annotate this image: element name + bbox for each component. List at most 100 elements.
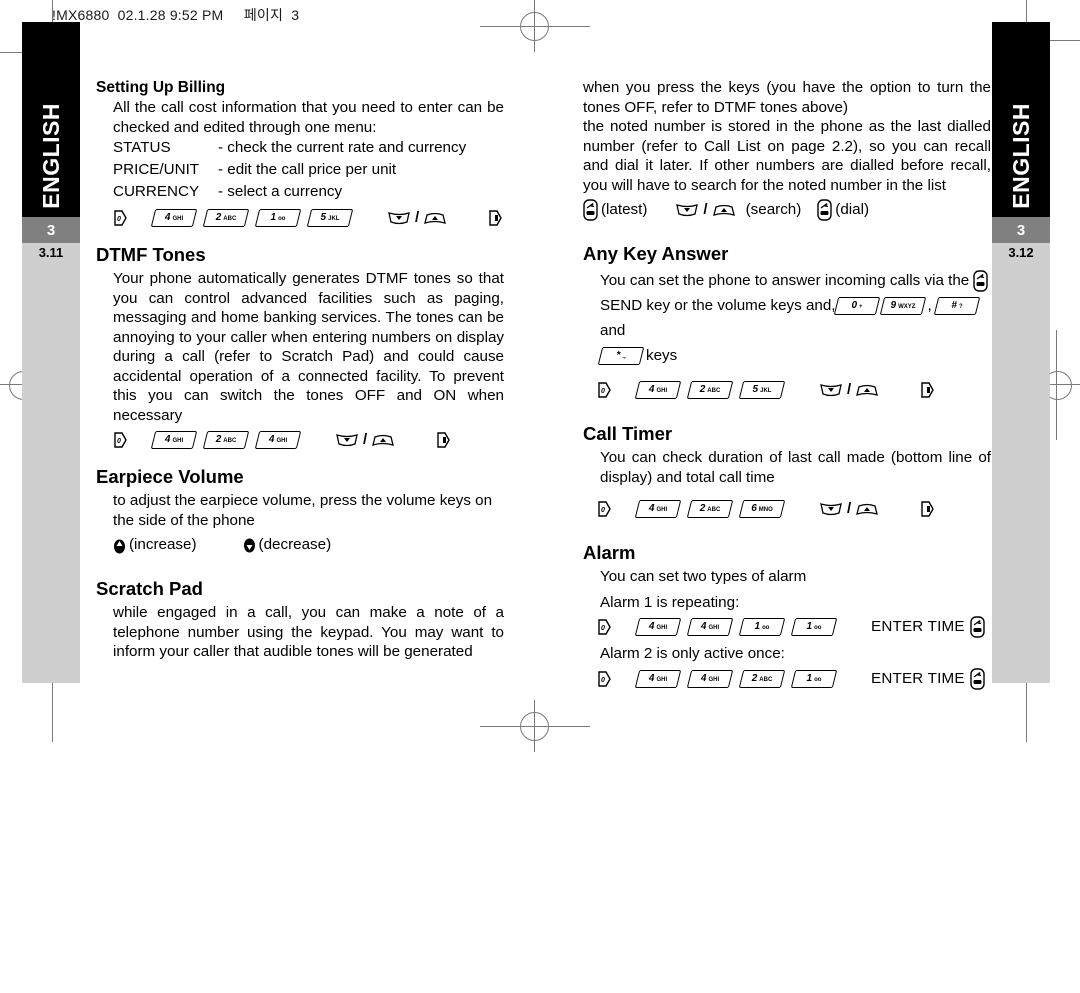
- heading-alarm: Alarm: [583, 542, 636, 563]
- right-text-column: when you press the keys (you have the op…: [583, 78, 991, 690]
- exit-key-icon: [435, 431, 451, 449]
- exit-key-icon: [919, 381, 935, 399]
- any-key-keys-word: keys: [646, 347, 678, 364]
- keypad-key-4-ghi: 4 GHI: [686, 669, 734, 688]
- any-key-and: and: [600, 322, 626, 339]
- exit-key-icon: [919, 500, 935, 518]
- keypad-key-2-abc: 2 ABC: [738, 669, 786, 688]
- volume-increase-label: (increase): [129, 536, 197, 554]
- keypad-key-4-ghi: 4 GHI: [150, 431, 198, 449]
- section-panel-left: 3.11: [22, 243, 80, 683]
- paragraph-alarm-body: You can set two types of alarm: [600, 568, 807, 585]
- menu-key-icon: 0: [597, 500, 613, 518]
- volume-up-key-icon: [113, 537, 126, 554]
- svg-text:0: 0: [601, 625, 605, 632]
- keypad-key-9-wxyz: 9 WXYZ: [879, 296, 926, 315]
- language-tab-right-label: ENGLISH: [1008, 103, 1034, 209]
- keypad-key-4-ghi: 4 GHI: [150, 209, 198, 227]
- send-key-icon: [583, 199, 598, 221]
- keypad-key-6-mno: 6 MNO: [738, 500, 786, 518]
- keypad-key-1: 1 oo: [790, 618, 838, 636]
- trim-line-bottom-right-v: [1026, 680, 1027, 742]
- scroll-down-key-icon: [819, 382, 843, 398]
- volume-down-key-icon: [243, 537, 256, 554]
- menu-key-icon: 0: [597, 381, 613, 399]
- heading-any-key-answer: Any Key Answer: [583, 243, 729, 264]
- latest-label: (latest): [601, 201, 648, 219]
- keypad-key-5-jkl: 5 JKL: [738, 381, 786, 399]
- alarm1-label: Alarm 1 is repeating:: [600, 593, 740, 611]
- heading-setting-up-billing: Setting Up Billing: [96, 79, 226, 96]
- section-number-left: 3.11: [38, 245, 64, 260]
- scroll-up-key-icon: [855, 501, 879, 517]
- menu-row-price-unit: PRICE/UNIT - edit the call price per uni…: [96, 159, 504, 181]
- key-sequence-alarm-1: 0 4 GHI 4 GHI 1 oo 1 oo ENTER TIME: [583, 616, 991, 638]
- search-label: (search): [745, 201, 802, 219]
- menu-key-icon: 0: [113, 431, 129, 449]
- key-sequence-any-key-answer: 0 4 GHI 2 ABC 5 JKL /: [583, 379, 991, 401]
- menu-key-icon: 0: [113, 209, 129, 227]
- volume-decrease-label: (decrease): [258, 536, 332, 554]
- scroll-up-key-icon: [712, 202, 736, 218]
- menu-name-price-unit: PRICE/UNIT: [113, 161, 200, 178]
- any-key-text-part2: SEND key or the volume keys and,: [600, 297, 836, 314]
- keypad-key-4-ghi: 4 GHI: [634, 500, 682, 518]
- dial-key-icon: [817, 199, 832, 221]
- paragraph-earpiece-body: to adjust the earpiece volume, press the…: [113, 492, 493, 529]
- language-tab-right: ENGLISH 3 3.12: [992, 22, 1050, 683]
- heading-call-timer: Call Timer: [583, 423, 673, 444]
- heading-earpiece-volume: Earpiece Volume: [96, 466, 244, 487]
- registration-mark-top: [480, 0, 590, 52]
- keypad-key-2-abc: 2 ABC: [686, 381, 734, 399]
- menu-desc-status: - check the current rate and currency: [218, 139, 467, 156]
- chapter-number-left: 3: [22, 217, 80, 243]
- paragraph-scratch-cont-1: when you press the keys (you have the op…: [583, 79, 991, 116]
- scroll-down-key-icon: [335, 432, 359, 448]
- language-tab-left-label: ENGLISH: [38, 103, 64, 209]
- confirm-key-icon: [970, 616, 985, 638]
- paragraph-call-timer-body: You can check duration of last call made…: [600, 449, 991, 486]
- keypad-key-2-abc: 2 ABC: [202, 431, 250, 449]
- dial-label: (dial): [835, 201, 870, 219]
- scroll-down-key-icon: [675, 202, 699, 218]
- menu-key-icon: 0: [597, 670, 613, 688]
- svg-text:0: 0: [601, 388, 605, 395]
- keypad-key-star: *.,: [597, 346, 645, 365]
- header-page-number: 3: [291, 7, 300, 23]
- header-file-stamp: !MX6880 02.1.28 9:52 PM: [52, 7, 224, 23]
- menu-desc-currency: - select a currency: [218, 183, 343, 200]
- language-tab-right-band: ENGLISH: [992, 22, 1050, 217]
- scroll-down-key-icon: [387, 210, 411, 226]
- section-panel-right: 3.12: [992, 243, 1050, 683]
- key-sequence-scratch-pad: (latest) / (search) (dial): [583, 199, 991, 221]
- key-sequence-billing: 0 4 GHI 2 ABC 1 oo 5 JKL /: [96, 207, 504, 229]
- exit-key-icon: [487, 209, 503, 227]
- volume-key-row: (increase) (decrease): [96, 534, 504, 556]
- menu-row-status: STATUS - check the current rate and curr…: [96, 137, 504, 159]
- chapter-number-right: 3: [992, 217, 1050, 243]
- keypad-key-1: 1 oo: [738, 618, 786, 636]
- svg-text:0: 0: [117, 216, 121, 223]
- heading-dtmf-tones: DTMF Tones: [96, 244, 206, 265]
- keypad-key-4-ghi: 4 GHI: [634, 618, 682, 636]
- key-sequence-call-timer: 0 4 GHI 2 ABC 6 MNO /: [583, 498, 991, 520]
- keypad-key-5-jkl: 5 JKL: [306, 209, 354, 227]
- any-key-text-part1: You can set the phone to answer incoming…: [600, 272, 970, 289]
- menu-key-icon: 0: [597, 618, 613, 636]
- alarm1-enter-time-label: ENTER TIME: [871, 618, 965, 636]
- send-key-icon: [973, 270, 989, 292]
- language-tab-left: ENGLISH 3 3.11: [22, 22, 80, 683]
- registration-mark-bottom: [480, 700, 590, 752]
- keypad-key-2-abc: 2 ABC: [202, 209, 250, 227]
- section-number-right: 3.12: [1008, 245, 1034, 260]
- key-sequence-dtmf: 0 4 GHI 2 ABC 4 GHI /: [96, 429, 504, 451]
- keypad-key-4-ghi: 4 GHI: [686, 618, 734, 636]
- paragraph-scratch-cont-2: the noted number is stored in the phone …: [583, 118, 991, 194]
- keypad-key-2-abc: 2 ABC: [686, 500, 734, 518]
- scroll-up-key-icon: [423, 210, 447, 226]
- any-key-comma: ,: [927, 297, 932, 314]
- confirm-key-icon: [970, 667, 985, 690]
- alarm2-label: Alarm 2 is only active once:: [600, 645, 785, 662]
- keypad-key-4-ghi: 4 GHI: [634, 669, 682, 688]
- left-text-column: Setting Up Billing All the call cost inf…: [96, 78, 504, 662]
